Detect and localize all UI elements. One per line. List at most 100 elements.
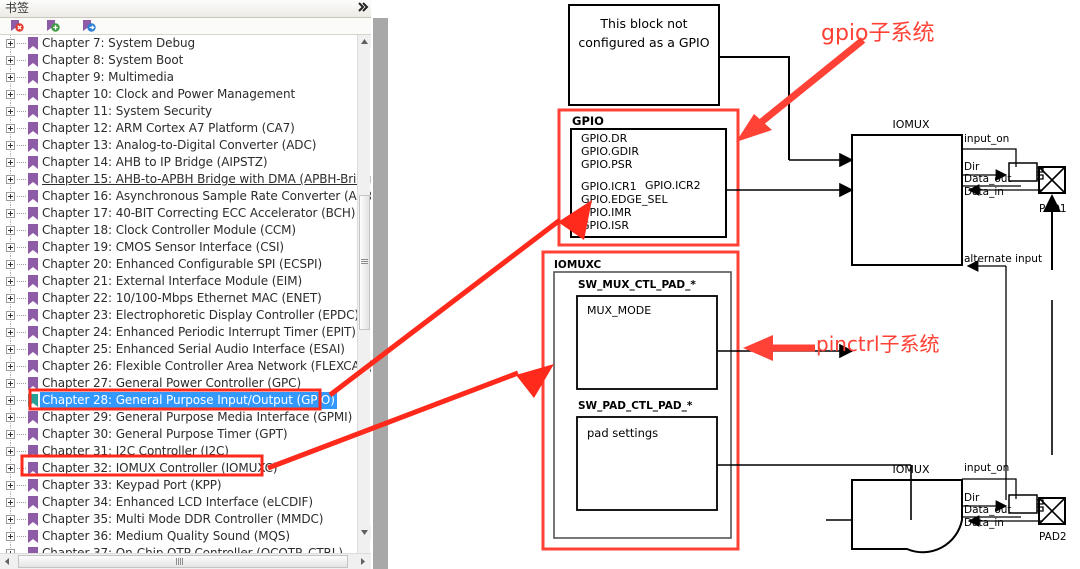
bookmark-item[interactable]: Chapter 10: Clock and Power Management [0,86,371,103]
tree-connector [17,536,26,537]
tree-expand-icon[interactable] [6,532,15,541]
tree-connector [17,315,26,316]
tree-expand-icon[interactable] [6,175,15,184]
tree-expand-icon[interactable] [6,379,15,388]
bookmark-icon [27,207,39,221]
gpio-reg-isr: GPIO.ISR [581,219,629,232]
bookmark-icon [27,54,39,68]
bookmark-icon [27,105,39,119]
tree-expand-icon[interactable] [6,413,15,422]
tree-expand-icon[interactable] [6,447,15,456]
tree-expand-icon[interactable] [6,481,15,490]
tree-expand-icon[interactable] [6,226,15,235]
document-scrollbar[interactable] [371,0,390,569]
bookmark-item[interactable]: Chapter 31: I2C Controller (I2C) [0,443,371,460]
tree-expand-icon[interactable] [6,192,15,201]
bookmark-item[interactable]: Chapter 33: Keypad Port (KPP) [0,477,371,494]
bookmark-item[interactable]: Chapter 16: Asynchronous Sample Rate Con… [0,188,371,205]
tree-expand-icon[interactable] [6,209,15,218]
bookmark-item[interactable]: Chapter 19: CMOS Sensor Interface (CSI) [0,239,371,256]
bookmark-tree[interactable]: Chapter 7: System Debug Chapter 8: System… [0,35,371,553]
bookmark-icon [27,275,39,289]
scroll-left-arrow-icon[interactable] [0,554,16,569]
iomux-top-dir: Dir [964,161,980,173]
tree-expand-icon[interactable] [6,345,15,354]
tree-expand-icon[interactable] [6,107,15,116]
bookmark-item[interactable]: Chapter 20: Enhanced Configurable SPI (E… [0,256,371,273]
tree-expand-icon[interactable] [6,243,15,252]
tree-horizontal-scrollbar[interactable] [0,553,371,569]
tree-connector [17,264,26,265]
tree-expand-icon[interactable] [6,430,15,439]
tree-expand-icon[interactable] [6,515,15,524]
bookmark-item[interactable]: Chapter 27: General Power Controller (GP… [0,375,371,392]
tree-expand-icon[interactable] [6,328,15,337]
tree-vertical-scrollbar[interactable] [357,35,371,553]
bookmark-item[interactable]: Chapter 36: Medium Quality Sound (MQS) [0,528,371,545]
bookmark-label: Chapter 18: Clock Controller Module (CCM… [42,223,296,237]
bookmark-item[interactable]: Chapter 30: General Purpose Timer (GPT) [0,426,371,443]
bookmark-item[interactable]: Chapter 22: 10/100-Mbps Ethernet MAC (EN… [0,290,371,307]
bookmark-item[interactable]: Chapter 24: Enhanced Periodic Interrupt … [0,324,371,341]
hscrollbar-grip [176,558,184,565]
tree-expand-icon[interactable] [6,464,15,473]
tree-expand-icon[interactable] [6,277,15,286]
delete-bookmark-icon[interactable] [8,19,28,34]
tree-connector [17,400,26,401]
bookmarks-titlebar: 书签 [0,0,390,18]
collapse-arrows-icon[interactable] [358,1,369,13]
bookmark-item[interactable]: Chapter 18: Clock Controller Module (CCM… [0,222,371,239]
document-scrollbar-track[interactable] [373,18,388,569]
bookmark-item[interactable]: Chapter 23: Electrophoretic Display Cont… [0,307,371,324]
bookmark-item[interactable]: Chapter 21: External Interface Module (E… [0,273,371,290]
tree-expand-icon[interactable] [6,158,15,167]
scroll-up-arrow-icon[interactable] [358,35,371,48]
bookmark-item[interactable]: Chapter 8: System Boot [0,52,371,69]
bookmark-item[interactable]: Chapter 13: Analog-to-Digital Converter … [0,137,371,154]
tree-expand-icon[interactable] [6,311,15,320]
bookmark-item[interactable]: Chapter 35: Multi Mode DDR Controller (M… [0,511,371,528]
tree-expand-icon[interactable] [6,124,15,133]
panel-title: 书签 [5,1,30,15]
bookmark-item[interactable]: Chapter 9: Multimedia [0,69,371,86]
tree-expand-icon[interactable] [6,396,15,405]
bookmark-item[interactable]: Chapter 14: AHB to IP Bridge (AIPSTZ) [0,154,371,171]
bookmark-item[interactable]: Chapter 32: IOMUX Controller (IOMUXC) [0,460,371,477]
bookmark-item[interactable]: Chapter 26: Flexible Controller Area Net… [0,358,371,375]
new-bookmark-icon[interactable] [44,19,64,34]
bookmark-label: Chapter 21: External Interface Module (E… [42,274,303,288]
tree-expand-icon[interactable] [6,362,15,371]
bookmark-item[interactable]: Chapter 15: AHB-to-APBH Bridge with DMA … [0,171,371,188]
bookmark-item[interactable]: Chapter 12: ARM Cortex A7 Platform (CA7) [0,120,371,137]
bookmark-item[interactable]: Chapter 25: Enhanced Serial Audio Interf… [0,341,371,358]
tree-expand-icon[interactable] [6,39,15,48]
tree-expand-icon[interactable] [6,141,15,150]
bookmark-label: Chapter 8: System Boot [42,53,184,67]
bookmark-item[interactable]: Chapter 17: 40-BIT Correcting ECC Accele… [0,205,371,222]
tree-connector [17,60,26,61]
tree-connector [17,213,26,214]
bookmark-item[interactable]: Chapter 28: General Purpose Input/Output… [0,392,371,409]
bookmark-item[interactable]: Chapter 29: General Purpose Media Interf… [0,409,371,426]
bookmark-label: Chapter 36: Medium Quality Sound (MQS) [42,529,290,543]
alternate-input-label: alternate input [964,253,1042,265]
bookmark-item[interactable]: Chapter 34: Enhanced LCD Interface (eLCD… [0,494,371,511]
bookmark-label: Chapter 11: System Security [42,104,213,118]
tree-expand-icon[interactable] [6,90,15,99]
bookmark-item[interactable]: Chapter 37: On-Chip OTP Controller (OCOT… [0,545,371,553]
tree-expand-icon[interactable] [6,498,15,507]
bookmark-label: Chapter 32: IOMUX Controller (IOMUXC) [42,461,278,475]
bookmark-item[interactable]: Chapter 7: System Debug [0,35,371,52]
scroll-down-arrow-icon[interactable] [358,526,371,539]
iomux-top-box [851,134,963,266]
tree-expand-icon[interactable] [6,260,15,269]
tree-expand-icon[interactable] [6,294,15,303]
tree-expand-icon[interactable] [6,73,15,82]
goto-bookmark-icon[interactable] [80,19,100,34]
scroll-right-arrow-icon[interactable] [355,554,371,569]
bookmark-item[interactable]: Chapter 11: System Security [0,103,371,120]
annotation-arrow-pinctrl [743,335,815,361]
tree-expand-icon[interactable] [6,56,15,65]
bookmark-label: Chapter 29: General Purpose Media Interf… [42,410,353,424]
bookmark-label: Chapter 20: Enhanced Configurable SPI (E… [42,257,323,271]
